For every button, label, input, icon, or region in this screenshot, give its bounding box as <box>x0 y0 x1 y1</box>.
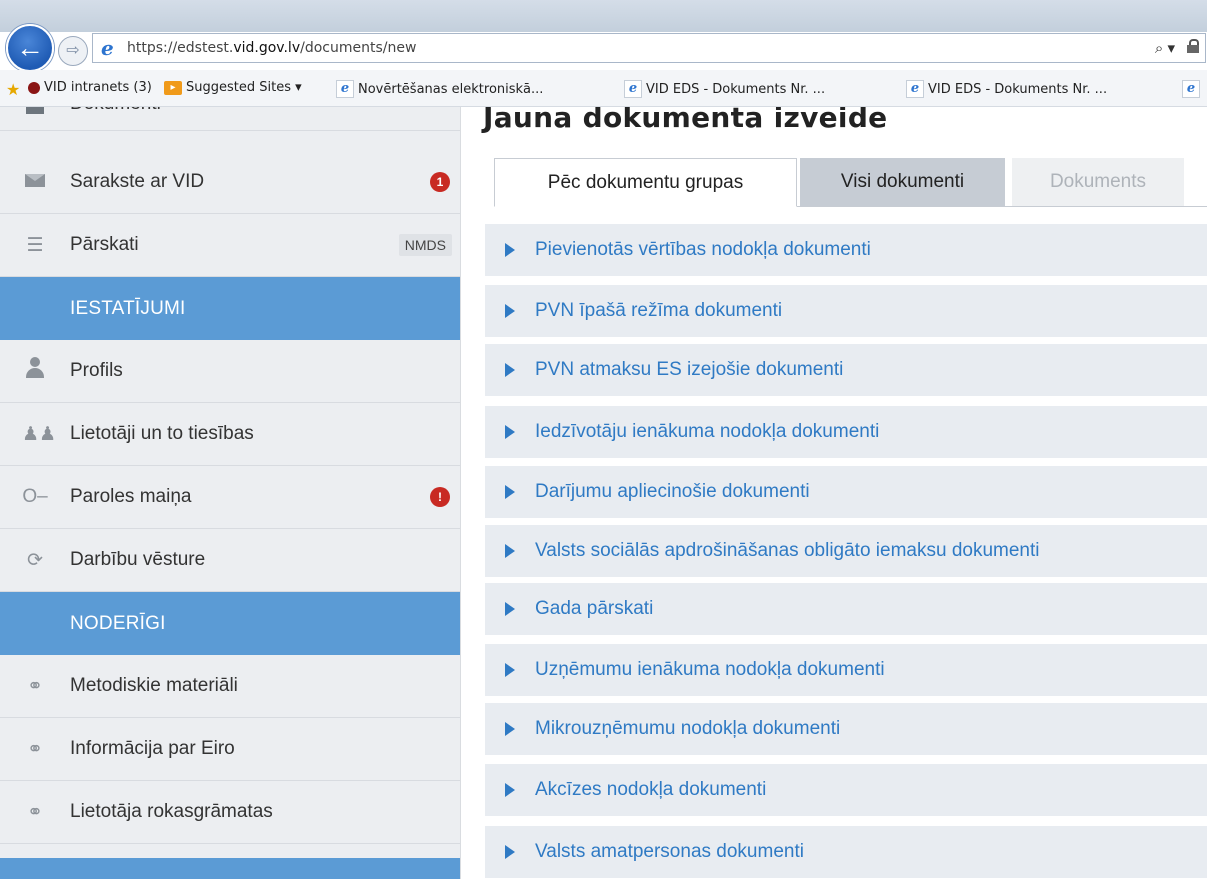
sidebar-item-rokasgramatas[interactable]: ⚭ Lietotāja rokasgrāmatas <box>0 781 460 844</box>
expand-triangle-icon <box>505 783 515 797</box>
sidebar-item-sarakste[interactable]: Sarakste ar VID 1 <box>0 151 460 214</box>
alert-badge: ! <box>430 487 450 507</box>
section-iestatijumi: IESTATĪJUMI <box>0 277 460 340</box>
favorite-more[interactable]: e <box>1182 80 1200 98</box>
ie-page-icon: e <box>1182 80 1200 98</box>
sidebar-item-metodiskie[interactable]: ⚭ Metodiskie materiāli <box>0 655 460 718</box>
sidebar-item-darbibu-vesture[interactable]: ⟳ Darbību vēsture <box>0 529 460 592</box>
sidebar-bottom-section <box>0 858 460 879</box>
sidebar-item-profils[interactable]: Profils <box>0 340 460 403</box>
envelope-icon <box>22 171 48 193</box>
ie-page-icon: e <box>624 80 642 98</box>
ie-logo-icon: e <box>101 36 114 60</box>
expand-triangle-icon <box>505 243 515 257</box>
sidebar-item-dokumenti[interactable]: Dokumenti <box>0 107 460 131</box>
tab-all-documents[interactable]: Visi dokumenti <box>800 158 1005 206</box>
back-arrow-icon: ← <box>16 32 44 63</box>
sidebar-item-lietotaji[interactable]: ♟♟ Lietotāji un to tiesības <box>0 403 460 466</box>
reports-icon: ☰ <box>26 234 44 256</box>
group-amatpersonas[interactable]: Valsts amatpersonas dokumenti <box>485 826 1207 878</box>
expand-triangle-icon <box>505 845 515 859</box>
group-pvn-atmaksu[interactable]: PVN atmaksu ES izejošie dokumenti <box>485 344 1207 396</box>
lock-icon[interactable] <box>1187 39 1199 53</box>
sidebar-item-eiro[interactable]: ⚭ Informācija par Eiro <box>0 718 460 781</box>
unread-count-badge: 1 <box>430 172 450 192</box>
main-content: Jauna dokumenta izveide Pēc dokumentu gr… <box>461 107 1207 879</box>
ie-page-icon: e <box>336 80 354 98</box>
search-dropdown-icon[interactable]: ⌕ ▾ <box>1155 39 1175 57</box>
expand-triangle-icon <box>505 425 515 439</box>
link-icon: ⚭ <box>27 801 43 823</box>
favorite-vid-intranets[interactable]: VID intranets (3) <box>28 80 152 95</box>
add-favorite-star-icon[interactable]: ★ <box>6 80 20 99</box>
sidebar-item-parskati[interactable]: ☰ Pārskati NMDS <box>0 214 460 277</box>
group-iin[interactable]: Iedzīvotāju ienākuma nodokļa dokumenti <box>485 406 1207 458</box>
expand-triangle-icon <box>505 722 515 736</box>
tab-by-group[interactable]: Pēc dokumentu grupas <box>494 158 797 207</box>
back-button[interactable]: ← <box>6 24 54 72</box>
address-bar[interactable]: e https://edstest.vid.gov.lv/documents/n… <box>92 33 1206 63</box>
url-prefix: https://edstest. <box>127 40 234 56</box>
link-icon: ⚭ <box>27 675 43 697</box>
favorite-vid-eds-2[interactable]: e VID EDS - Dokuments Nr. ... <box>906 80 1107 98</box>
group-gada-parskati[interactable]: Gada pārskati <box>485 583 1207 635</box>
favorite-vid-eds-1[interactable]: e VID EDS - Dokuments Nr. ... <box>624 80 825 98</box>
group-akcizes[interactable]: Akcīzes nodokļa dokumenti <box>485 764 1207 816</box>
favorite-suggested-sites[interactable]: ▸ Suggested Sites ▾ <box>164 80 302 95</box>
sidebar: Dokumenti Sarakste ar VID 1 ☰ Pārskati N… <box>0 107 461 879</box>
window-titlebar <box>0 0 1207 32</box>
tab-document: Dokuments <box>1012 158 1184 206</box>
group-mun[interactable]: Mikrouzņēmumu nodokļa dokumenti <box>485 703 1207 755</box>
link-icon: ⚭ <box>27 738 43 760</box>
person-icon <box>22 357 48 385</box>
group-pvn[interactable]: Pievienotās vērtības nodokļa dokumenti <box>485 224 1207 276</box>
expand-triangle-icon <box>505 602 515 616</box>
nmds-badge: NMDS <box>398 234 452 256</box>
expand-triangle-icon <box>505 304 515 318</box>
page-title: Jauna dokumenta izveide <box>483 107 888 134</box>
group-vsaoi[interactable]: Valsts sociālās apdrošināšanas obligāto … <box>485 525 1207 577</box>
expand-triangle-icon <box>505 663 515 677</box>
group-darijumu[interactable]: Darījumu apliecinošie dokumenti <box>485 466 1207 518</box>
expand-triangle-icon <box>505 363 515 377</box>
suggested-sites-icon: ▸ <box>164 80 182 95</box>
history-icon: ⟳ <box>27 549 43 571</box>
group-pvn-ipasa-rezima[interactable]: PVN īpašā režīma dokumenti <box>485 285 1207 337</box>
sidebar-item-paroles-maina[interactable]: O– Paroles maiņa ! <box>0 466 460 529</box>
ie-page-icon: e <box>906 80 924 98</box>
url-text: https://edstest.vid.gov.lv/documents/new <box>127 40 416 56</box>
red-dot-icon <box>28 81 40 94</box>
favorites-bar: ★ VID intranets (3) ▸ Suggested Sites ▾ e… <box>0 70 1207 107</box>
expand-triangle-icon <box>505 544 515 558</box>
group-uin[interactable]: Uzņēmumu ienākuma nodokļa dokumenti <box>485 644 1207 696</box>
favorite-novertesanas[interactable]: e Novērtēšanas elektroniskā... <box>336 80 543 98</box>
forward-button[interactable]: ⇨ <box>58 36 88 66</box>
url-path: /documents/new <box>300 40 417 56</box>
document-icon <box>22 107 48 120</box>
users-icon: ♟♟ <box>22 423 57 445</box>
tab-bar: Pēc dokumentu grupas Visi dokumenti Doku… <box>494 158 1207 207</box>
section-noderigi: NODERĪGI <box>0 592 460 655</box>
expand-triangle-icon <box>505 485 515 499</box>
forward-arrow-icon: ⇨ <box>66 42 80 59</box>
key-icon: O– <box>22 486 48 507</box>
url-domain: vid.gov.lv <box>233 40 301 56</box>
